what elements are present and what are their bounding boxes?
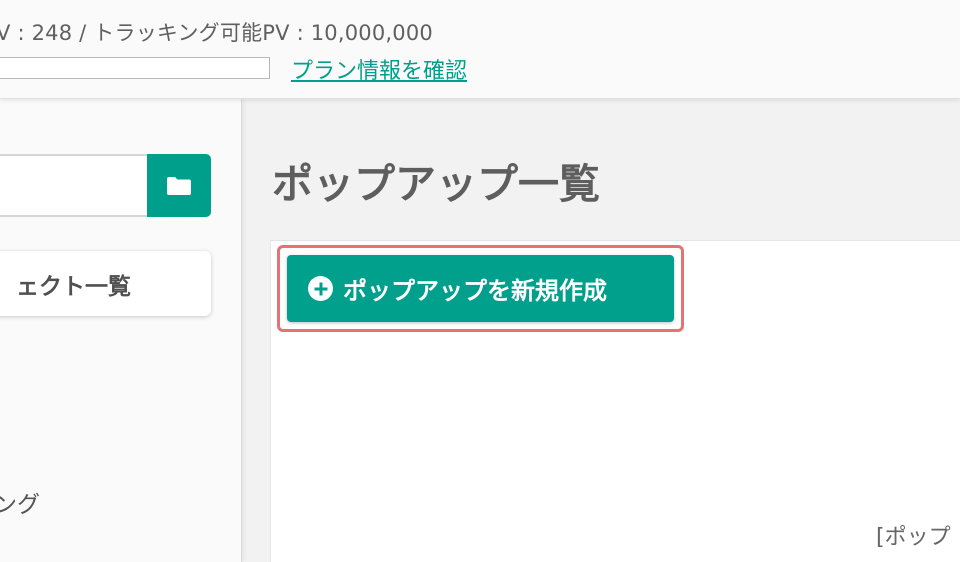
folder-icon [167,176,191,195]
project-search-input[interactable] [0,154,148,217]
pv-usage-bar [0,57,270,79]
page-title: ポップアップ一覧 [272,160,600,208]
create-popup-button[interactable]: ポップアップを新規作成 [287,255,674,322]
create-popup-label: ポップアップを新規作成 [343,278,607,305]
pv-usage-text: V : 248 / トラッキング可能PV : 10,000,000 [0,21,433,45]
sidebar: ェクト一覧 ング [0,99,242,562]
top-header: V : 248 / トラッキング可能PV : 10,000,000 プラン情報を… [0,0,960,99]
project-list-label: ェクト一覧 [16,273,131,300]
create-button-highlight: ポップアップを新規作成 [277,245,684,332]
plus-circle-icon [308,276,333,301]
popup-partial-text: [ポップ [876,525,951,550]
sidebar-item-partial[interactable]: ング [0,485,40,519]
project-list-button[interactable]: ェクト一覧 [0,251,211,316]
folder-button[interactable] [147,154,211,217]
plan-info-link[interactable]: プラン情報を確認 [291,53,467,85]
